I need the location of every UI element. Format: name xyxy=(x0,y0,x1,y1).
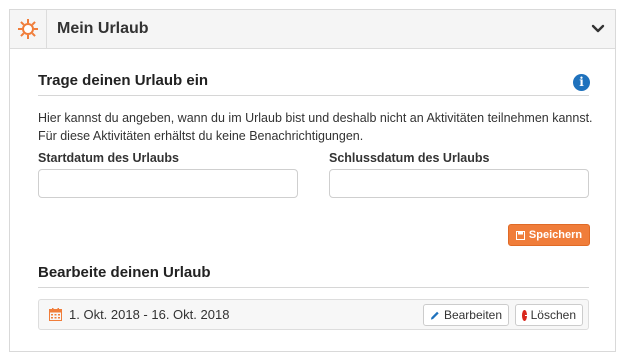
start-date-label: Startdatum des Urlaubs xyxy=(38,151,180,165)
pencil-icon xyxy=(430,311,439,320)
end-date-label: Schlussdatum des Urlaubs xyxy=(329,151,490,165)
delete-button-label: Löschen xyxy=(530,308,576,322)
divider xyxy=(38,95,589,96)
end-date-input[interactable] xyxy=(329,169,589,198)
sun-icon xyxy=(18,19,38,39)
form-description: Hier kannst du angeben, wann du im Urlau… xyxy=(38,111,593,143)
form-title: Trage deinen Urlaub ein xyxy=(38,72,209,89)
info-icon[interactable]: i xyxy=(573,74,590,91)
save-button[interactable]: Speichern xyxy=(508,224,590,246)
divider xyxy=(38,287,589,288)
minus-circle-icon xyxy=(522,309,530,321)
floppy-icon xyxy=(515,230,525,240)
chevron-down-icon[interactable] xyxy=(591,22,605,36)
delete-button[interactable]: Löschen xyxy=(515,304,583,326)
panel-header[interactable]: Mein Urlaub xyxy=(10,10,615,49)
edit-button-label: Bearbeiten xyxy=(443,308,502,322)
vacation-dates: 1. Okt. 2018 - 16. Okt. 2018 xyxy=(69,307,230,322)
panel-title: Mein Urlaub xyxy=(57,20,149,37)
edit-button[interactable]: Bearbeiten xyxy=(423,304,509,326)
vacation-panel: Mein Urlaub Trage deinen Urlaub ein i Hi… xyxy=(9,9,616,352)
vacation-entry: 1. Okt. 2018 - 16. Okt. 2018 Bearbeiten … xyxy=(38,299,589,330)
calendar-icon xyxy=(49,308,62,321)
start-date-input[interactable] xyxy=(38,169,298,198)
panel-icon-box xyxy=(10,10,47,48)
edit-section-title: Bearbeite deinen Urlaub xyxy=(38,264,211,281)
save-button-label: Speichern xyxy=(528,229,583,241)
